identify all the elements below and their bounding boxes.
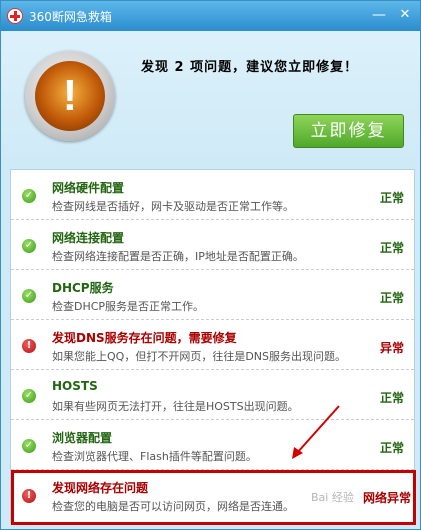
- app-window: 360断网急救箱 — ✕ ! 发现 2 项问题，建议您立即修复！ 立即修复 ✓ …: [0, 0, 421, 530]
- annotation-arrow: [292, 405, 340, 459]
- watermark: Bai 经验: [311, 491, 354, 504]
